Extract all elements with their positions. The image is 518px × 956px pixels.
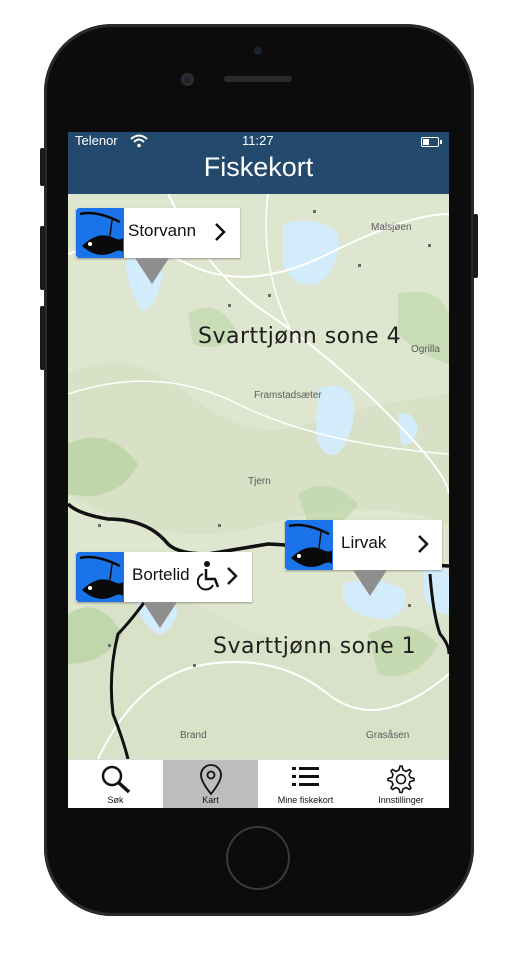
gear-icon <box>387 765 415 794</box>
tab-label: Mine fiskekort <box>277 795 334 805</box>
clock: 11:27 <box>242 133 274 148</box>
marker-bortelid[interactable]: Bortelid <box>76 552 252 628</box>
marker-pointer <box>135 258 169 284</box>
place-label: Grasåsen <box>366 730 410 741</box>
map-view[interactable]: Svarttjønn sone 4 Svarttjønn sone 1 Mals… <box>68 194 449 759</box>
list-icon <box>291 767 319 786</box>
tab-bar: Søk Kart Mine fiskekort Innstillinger <box>68 759 449 808</box>
page-title: Fiskekort <box>203 152 314 182</box>
search-icon <box>101 765 130 794</box>
marker-lirvak[interactable]: Lirvak <box>285 520 442 596</box>
zone-label-sone-1: Svarttjønn sone 1 <box>213 634 417 659</box>
tab-label: Kart <box>202 795 219 805</box>
front-camera <box>181 73 194 86</box>
chevron-right-icon <box>227 567 238 585</box>
status-bar: Telenor 11:27 <box>68 132 449 152</box>
place-label: Malsjøen <box>371 222 412 233</box>
tab-mine-fiskekort[interactable]: Mine fiskekort <box>258 760 353 808</box>
fishing-icon <box>76 552 124 602</box>
chevron-right-icon <box>418 535 429 553</box>
tab-innstillinger[interactable]: Innstillinger <box>353 760 449 808</box>
mute-switch <box>40 148 45 186</box>
volume-up-button <box>40 226 45 290</box>
volume-down-button <box>40 306 45 370</box>
tab-kart[interactable]: Kart <box>163 760 258 808</box>
place-label: Tjern <box>248 476 271 487</box>
wheelchair-icon <box>197 561 220 591</box>
front-sensor <box>254 47 262 55</box>
carrier-label: Telenor <box>75 133 118 148</box>
home-button[interactable] <box>226 826 290 890</box>
place-label: Ogrilla <box>411 344 440 355</box>
tab-sok[interactable]: Søk <box>68 760 163 808</box>
wifi-icon <box>130 134 148 151</box>
tab-label: Søk <box>107 795 124 805</box>
marker-storvann[interactable]: Storvann <box>76 208 240 284</box>
marker-pointer <box>143 602 177 628</box>
marker-label: Bortelid <box>132 565 190 584</box>
marker-label: Lirvak <box>341 533 387 552</box>
place-label: Brand <box>180 730 207 741</box>
tab-label: Innstillinger <box>378 795 424 805</box>
battery-icon <box>421 137 442 147</box>
earpiece-speaker <box>224 76 292 82</box>
marker-label: Storvann <box>128 221 197 240</box>
power-button <box>473 214 478 278</box>
zone-label-sone-4: Svarttjønn sone 4 <box>198 324 402 349</box>
chevron-right-icon <box>215 223 226 241</box>
marker-pointer <box>353 570 387 596</box>
fishing-icon <box>285 520 333 570</box>
map-pin-icon <box>199 764 222 796</box>
navigation-bar: Fiskekort <box>68 152 449 194</box>
place-label: Framstadsæter <box>254 390 322 401</box>
app-screen: Telenor 11:27 Fiskekort Svarttjønn sone … <box>68 132 449 808</box>
fishing-icon <box>76 208 124 258</box>
